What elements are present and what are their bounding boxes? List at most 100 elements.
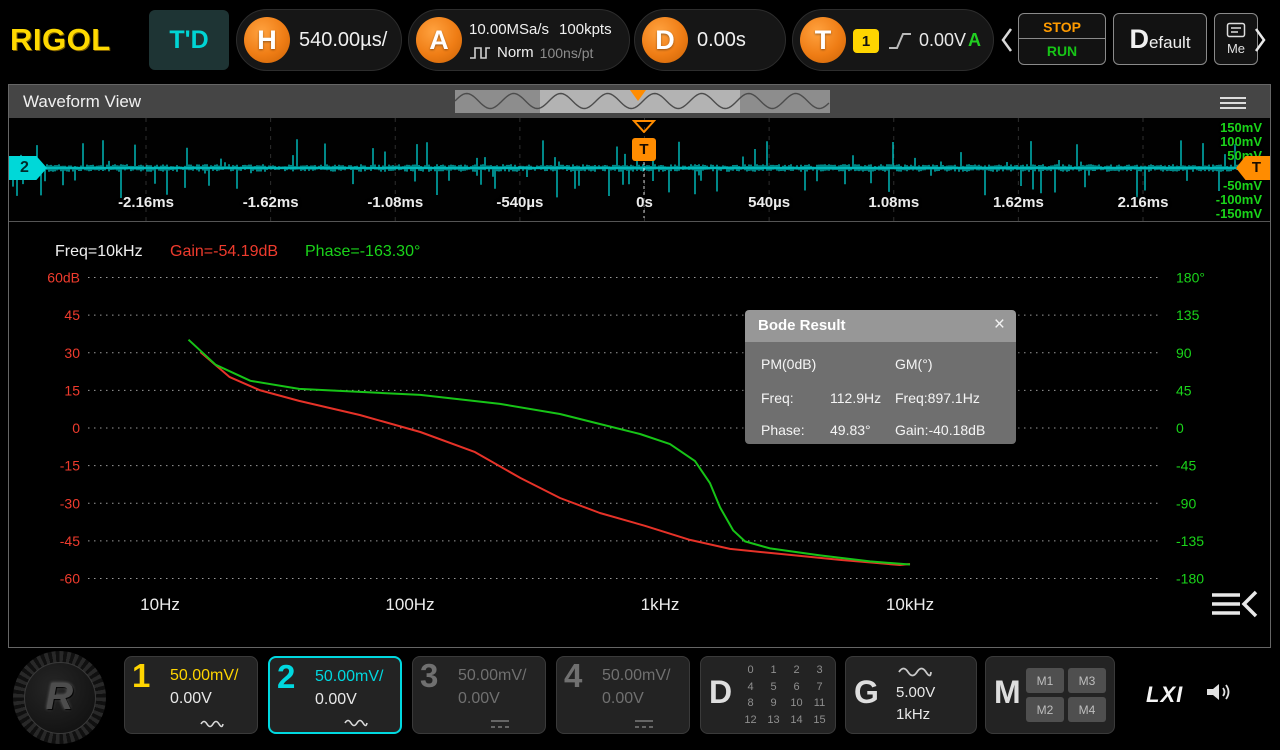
acquire-mode-icon — [469, 46, 491, 60]
channel-2-tile[interactable]: 2 50.00mV/ 0.00V — [268, 656, 402, 734]
time-label: 1.62ms — [973, 194, 1063, 211]
digital-channel-number: 7 — [816, 681, 822, 693]
bottom-toolbar: R 1 50.00mV/ 0.00V 2 50.00mV/ 0.00V 3 50… — [0, 648, 1280, 750]
delay-control[interactable]: D 0.00s — [634, 9, 786, 71]
gain-tick-label: 60dB — [47, 270, 80, 286]
hamburger-menu-icon[interactable] — [1220, 94, 1246, 112]
freq-tick-label: 1kHz — [641, 595, 680, 614]
horizontal-scale-control[interactable]: H 540.00µs/ — [236, 9, 402, 71]
gain-tick-label: -30 — [60, 495, 80, 511]
math-m4-button[interactable]: M4 — [1068, 697, 1106, 722]
menu-screen-icon — [1226, 22, 1246, 38]
toolbar-next-arrow[interactable] — [1252, 26, 1268, 59]
chevron-left-icon — [999, 26, 1015, 54]
default-button[interactable]: Default — [1113, 13, 1207, 65]
trigger-status-badge[interactable]: T'D — [149, 10, 229, 70]
dc-coupling-icon — [602, 719, 685, 729]
horizontal-scale-value: 540.00µs/ — [299, 10, 387, 70]
waveform-view-header: Waveform View — [9, 85, 1270, 118]
channel-4-tile[interactable]: 4 50.00mV/ 0.00V — [556, 656, 690, 734]
channel-scale: 50.00mV/ — [458, 667, 526, 685]
acquisition-control[interactable]: A 10.00MSa/s 100kpts Norm 100ns/pt — [408, 9, 630, 71]
home-button[interactable]: R — [13, 651, 106, 744]
time-label: -2.16ms — [101, 194, 191, 211]
trigger-level: 0.00V — [919, 10, 966, 70]
channel-number: 1 — [132, 657, 150, 695]
math-m1-button[interactable]: M1 — [1026, 668, 1064, 693]
channel-3-tile[interactable]: 3 50.00mV/ 0.00V — [412, 656, 546, 734]
delay-value: 0.00s — [697, 10, 746, 70]
readout-frequency: Freq=10kHz — [55, 243, 143, 261]
trigger-control[interactable]: T 1 0.00V A — [792, 9, 994, 71]
oscilloscope-screen: RIGOL T'D H 540.00µs/ A 10.00MSa/s 100kp… — [0, 0, 1280, 750]
digital-channels-tile[interactable]: D 0123456789101112131415 — [700, 656, 836, 734]
close-icon[interactable]: × — [994, 314, 1005, 336]
popup-body: PM(0dB) GM(°) Freq: 112.9Hz Freq:897.1Hz… — [745, 342, 1016, 444]
gain-tick-label: 0 — [72, 420, 80, 436]
math-tile[interactable]: M M1M3M2M4 — [985, 656, 1115, 734]
gain-tick-label: -15 — [60, 458, 80, 474]
math-m2-button[interactable]: M2 — [1026, 697, 1064, 722]
channel-scale: 50.00mV/ — [602, 667, 670, 685]
collapse-menu-icon[interactable] — [1206, 588, 1262, 627]
phase-tick-label: 90 — [1176, 345, 1192, 361]
sine-wave-icon — [898, 665, 932, 679]
preview-trigger-marker[interactable] — [630, 90, 646, 101]
speaker-icon[interactable] — [1204, 680, 1234, 709]
digital-channel-number: 13 — [767, 714, 779, 726]
channel-number: 3 — [420, 657, 438, 695]
phase-tick-label: -90 — [1176, 495, 1196, 511]
pm-freq-value: 112.9Hz — [830, 390, 881, 406]
phase-tick-label: 180° — [1176, 270, 1205, 286]
digital-channel-number: 4 — [747, 681, 753, 693]
math-m3-button[interactable]: M3 — [1068, 668, 1106, 693]
digital-channel-number: 2 — [793, 664, 799, 676]
generator-amplitude: 5.00V — [896, 684, 935, 701]
toolbar-prev-arrow[interactable] — [999, 26, 1015, 59]
readout-phase: Phase=-163.30° — [305, 243, 420, 261]
volt-label: -150mV — [1216, 206, 1262, 221]
digital-channel-number: 12 — [744, 714, 756, 726]
time-label: -1.08ms — [350, 194, 440, 211]
gain-tick-label: 15 — [64, 382, 80, 398]
channel-offset: 0.00V — [315, 691, 357, 709]
trigger-position-marker[interactable]: T — [631, 120, 657, 161]
phase-tick-label: -180 — [1176, 571, 1204, 587]
popup-title: Bode Result — [758, 317, 846, 334]
popup-header[interactable]: Bode Result × — [745, 310, 1016, 342]
digital-channel-number: 8 — [747, 697, 753, 709]
digital-channel-number: 9 — [770, 697, 776, 709]
stop-run-button[interactable]: STOP RUN — [1018, 13, 1106, 65]
channel-number: 4 — [564, 657, 582, 695]
phase-tick-label: 45 — [1176, 382, 1192, 398]
pm-freq-label: Freq: — [761, 390, 794, 406]
channel-offset: 0.00V — [458, 690, 500, 708]
channel-scale: 50.00mV/ — [170, 667, 238, 685]
channel-scale: 50.00mV/ — [315, 668, 383, 686]
acquire-mode: Norm — [497, 44, 534, 61]
volt-label: 100mV — [1220, 134, 1262, 149]
bode-result-popup: Bode Result × PM(0dB) GM(°) Freq: 112.9H… — [745, 310, 1016, 444]
lxi-status[interactable]: LXI — [1146, 682, 1183, 708]
trigger-triangle-icon — [632, 120, 656, 133]
memory-preview-bar[interactable] — [455, 90, 830, 113]
gm-column-header: GM(°) — [895, 356, 932, 372]
waveform-view-title: Waveform View — [23, 92, 141, 112]
time-label: -1.62ms — [226, 194, 316, 211]
digital-channel-number: 15 — [813, 714, 825, 726]
time-label: -540µs — [475, 194, 565, 211]
volt-label: 150mV — [1220, 120, 1262, 135]
trigger-flag[interactable]: T — [632, 138, 656, 161]
channel-1-tile[interactable]: 1 50.00mV/ 0.00V — [124, 656, 258, 734]
phase-tick-label: -45 — [1176, 458, 1196, 474]
run-label: RUN — [1019, 39, 1105, 64]
generator-frequency: 1kHz — [896, 706, 930, 723]
channel-offset: 0.00V — [602, 690, 644, 708]
rigol-logo: RIGOL — [10, 22, 111, 58]
generator-tile[interactable]: G 5.00V 1kHz — [845, 656, 977, 734]
ac-coupling-icon — [170, 719, 253, 729]
horizontal-badge: H — [244, 17, 290, 63]
delay-badge: D — [642, 17, 688, 63]
phase-tick-label: 135 — [1176, 307, 1200, 323]
stop-label: STOP — [1019, 14, 1105, 39]
